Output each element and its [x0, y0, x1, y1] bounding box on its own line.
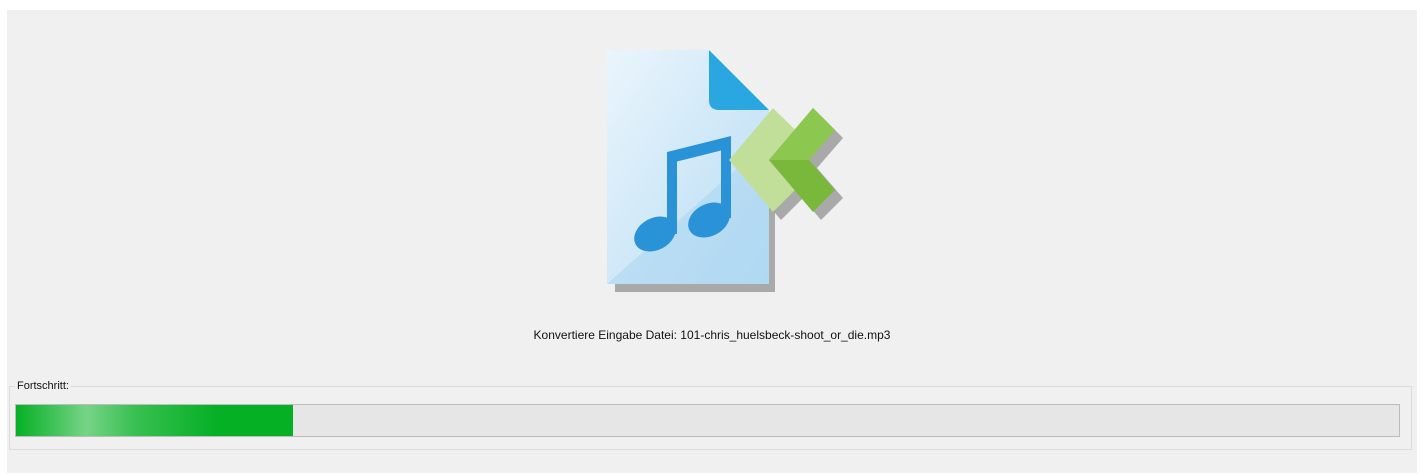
progress-bar	[15, 404, 1400, 437]
progress-label: Fortschritt:	[15, 379, 71, 393]
audio-file-convert-icon	[607, 50, 843, 292]
conversion-status-text: Konvertiere Eingabe Datei: 101-chris_hue…	[533, 328, 891, 342]
conversion-panel: Konvertiere Eingabe Datei: 101-chris_hue…	[7, 10, 1417, 473]
progress-bar-fill	[16, 405, 293, 436]
progress-group: Fortschritt:	[9, 379, 1412, 450]
progress-bar-shine	[16, 405, 216, 436]
